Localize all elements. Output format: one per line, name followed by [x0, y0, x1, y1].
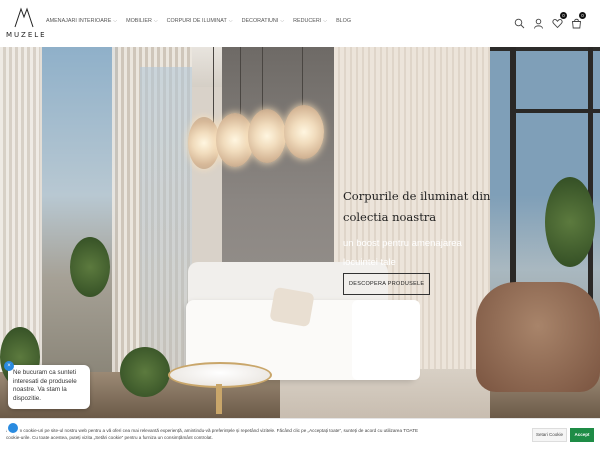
- site-logo[interactable]: MUZELE: [6, 6, 45, 40]
- hero-subtitle: un boost pentru amenajarea locuintei tal…: [343, 238, 462, 268]
- logo-text: MUZELE: [6, 31, 47, 39]
- user-icon[interactable]: [533, 16, 544, 29]
- coffee-table-leg: [216, 384, 222, 414]
- chat-greeting-bubble[interactable]: Ne bucuram ca sunteti interesati de prod…: [8, 365, 90, 409]
- hero-title: Corpurile de iluminat din colectia noast…: [343, 189, 491, 224]
- discover-products-button[interactable]: Descopera produsele: [343, 273, 431, 295]
- chevron-down-icon: ⌵: [280, 18, 285, 24]
- sofa-arm: [352, 300, 420, 380]
- hero-banner: Corpurile de iluminat din colectia noast…: [0, 47, 600, 418]
- cookie-consent-bar: Folosim cookie-uri pe site-ul nostru web…: [0, 418, 600, 450]
- cart-icon[interactable]: 0: [571, 12, 586, 29]
- nav-item-iluminat[interactable]: Corpuri de iluminat ⌵: [167, 18, 233, 24]
- lamp-wire: [213, 47, 214, 127]
- nav-item-mobilier[interactable]: Mobilier ⌵: [126, 18, 158, 24]
- armchair: [476, 282, 600, 392]
- nav-item-amenajari[interactable]: Amenajari interioare ⌵: [46, 18, 117, 24]
- pendant-lamp-disc: [248, 109, 286, 163]
- plant-image: [120, 347, 170, 397]
- plant-image: [70, 237, 110, 297]
- chevron-down-icon: ⌵: [323, 18, 328, 24]
- cookie-settings-button[interactable]: Setari Cookie: [532, 428, 567, 442]
- heart-icon[interactable]: 0: [552, 12, 567, 29]
- main-nav: Amenajari interioare ⌵ Mobilier ⌵ Corpuri …: [46, 18, 360, 24]
- chevron-down-icon: ⌵: [153, 18, 158, 24]
- header-icons: 0 0: [514, 12, 586, 29]
- nav-item-blog[interactable]: Blog: [336, 18, 351, 24]
- cookie-accept-button[interactable]: Accept: [570, 428, 594, 442]
- chat-message: Ne bucuram ca sunteti interesati de prod…: [13, 369, 77, 402]
- chevron-down-icon: ⌵: [113, 18, 118, 24]
- logo-mark-icon: [14, 7, 34, 28]
- nav-item-reduceri[interactable]: Reduceri ⌵: [293, 18, 327, 24]
- lamp-wire: [302, 47, 303, 112]
- window-frame: [510, 109, 600, 113]
- lamp-wire: [240, 47, 241, 122]
- cookie-text: Folosim cookie-uri pe site-ul nostru web…: [6, 428, 419, 440]
- cart-count-badge: 0: [579, 12, 586, 19]
- pillow: [269, 286, 315, 328]
- pendant-lamp-disc: [284, 105, 324, 159]
- hero-window-left: [42, 47, 118, 377]
- chat-launcher-icon[interactable]: [6, 421, 20, 435]
- hero-curtain-sheer: [140, 67, 192, 387]
- wishlist-count-badge: 0: [560, 12, 567, 19]
- lamp-wire: [262, 47, 263, 117]
- chevron-down-icon: ⌵: [228, 18, 233, 24]
- chat-close-icon[interactable]: ×: [4, 361, 14, 371]
- plant-image: [545, 177, 595, 267]
- site-header: MUZELE Amenajari interioare ⌵ Mobilier ⌵ C…: [0, 0, 600, 46]
- nav-item-decoratiuni[interactable]: Decoratiuni ⌵: [242, 18, 285, 24]
- search-icon[interactable]: [514, 16, 525, 29]
